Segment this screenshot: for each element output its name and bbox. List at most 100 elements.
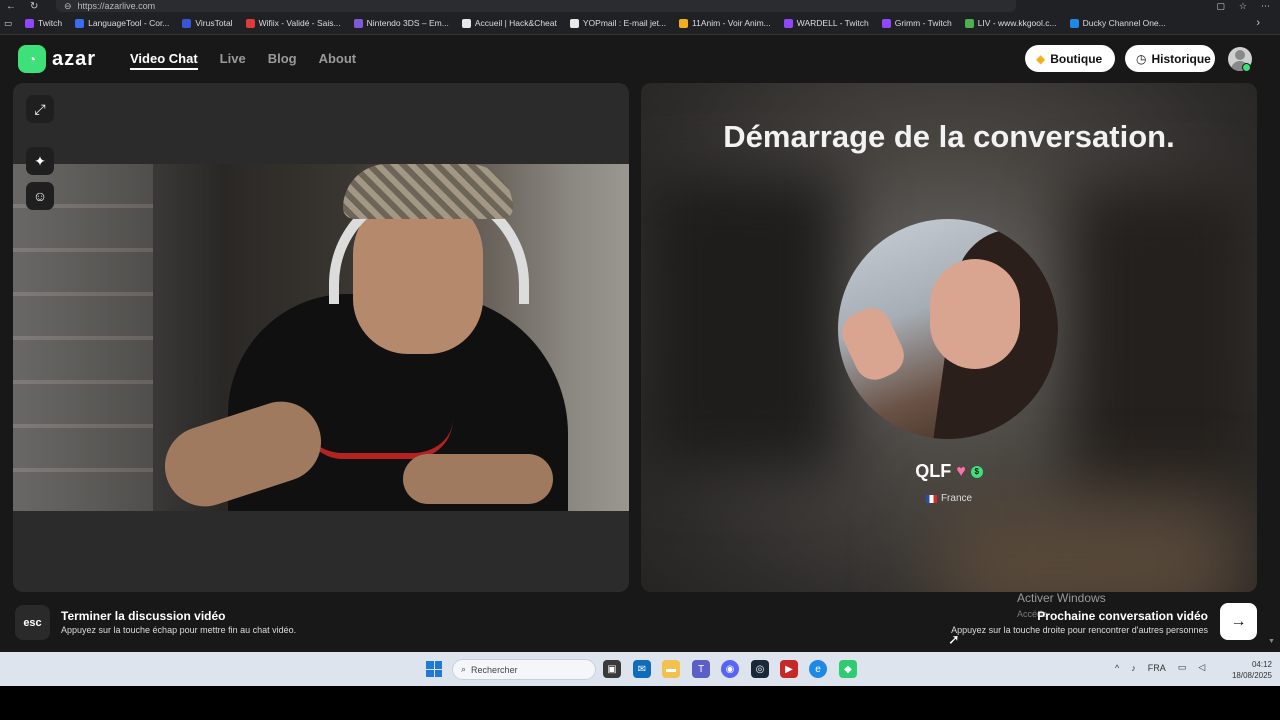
letterbox	[0, 686, 1280, 720]
taskbar-search[interactable]: ⌕ Rechercher	[452, 659, 596, 680]
screen: ← ↻ ⊖ https://azarlive.com ▢ ☆ ⋯ ▭ Twitc…	[0, 0, 1280, 720]
edge-icon[interactable]: e	[809, 660, 827, 678]
photo-face	[930, 259, 1020, 369]
match-name-row: QLF ♥ $	[641, 461, 1257, 482]
start-icon[interactable]	[426, 661, 442, 677]
end-chat-title: Terminer la discussion vidéo	[61, 609, 226, 623]
mouse-cursor-icon: ➚	[948, 631, 960, 647]
nav-link[interactable]: Live	[220, 51, 246, 70]
reload-icon[interactable]: ↻	[30, 1, 38, 12]
face-filter-icon[interactable]: ☺	[26, 182, 54, 210]
star-icon[interactable]: ☆	[1239, 1, 1247, 12]
next-chat-desc: Appuyez sur la touche droite pour rencon…	[951, 625, 1208, 635]
scroll-down-icon[interactable]: ▼	[1268, 638, 1275, 645]
video-app-icon[interactable]: ▶	[780, 660, 798, 678]
heart-icon: ♥	[956, 462, 966, 480]
bookmark-item[interactable]: LanguageTool - Cor...	[75, 18, 169, 28]
sparkle-icon[interactable]: ✦	[26, 147, 54, 175]
bookmark-label: WARDELL - Twitch	[796, 18, 869, 28]
bookmark-favicon-icon	[75, 18, 85, 28]
language-indicator[interactable]: FRA	[1148, 663, 1166, 673]
bookmark-label: Nintendo 3DS – Em...	[366, 18, 449, 28]
bookmark-favicon-icon	[679, 18, 689, 28]
back-icon[interactable]: ←	[6, 1, 16, 12]
file-explorer-icon[interactable]: ▬	[662, 660, 680, 678]
france-flag-icon	[925, 494, 937, 503]
clock-icon: ◷	[1136, 51, 1147, 66]
address-url: https://azarlive.com	[77, 1, 156, 11]
bookmark-label: Ducky Channel One...	[1082, 18, 1166, 28]
match-name: QLF	[915, 461, 952, 481]
person-hand	[403, 454, 553, 504]
historique-button[interactable]: ◷ Historique	[1125, 45, 1215, 72]
next-chat-title: Prochaine conversation vidéo	[1037, 609, 1208, 623]
bookmark-label: LanguageTool - Cor...	[88, 18, 170, 28]
bookmark-favicon-icon	[1069, 18, 1079, 28]
bookmark-favicon-icon	[353, 18, 363, 28]
bookmark-favicon-icon	[881, 18, 891, 28]
discord-icon[interactable]: ◉	[721, 660, 739, 678]
search-icon: ⌕	[461, 664, 467, 674]
bookmark-item[interactable]: Accueil | Hack&Cheat	[461, 18, 557, 28]
app-icon[interactable]: ◆	[839, 660, 857, 678]
historique-label: Historique	[1151, 51, 1211, 66]
bookmark-favicon-icon	[245, 18, 255, 28]
clock-time: 04:12	[1251, 660, 1272, 669]
browser-actions: ▢ ☆ ⋯	[1216, 1, 1280, 12]
bookmark-item[interactable]: Twitch	[25, 18, 62, 28]
gem-icon: ◆	[1036, 51, 1046, 66]
nav-link[interactable]: Video Chat	[130, 51, 198, 70]
split-icon[interactable]: ▢	[1216, 1, 1225, 12]
nav-link[interactable]: Blog	[268, 51, 297, 70]
windows-taskbar: ⌕ Rechercher ▣ ✉ ▬ T ◉ ◎ ▶ e ◆ ^ ♪ FRA ▭…	[0, 652, 1280, 686]
bookmark-label: Accueil | Hack&Cheat	[474, 18, 557, 28]
task-view-icon[interactable]: ▣	[603, 660, 621, 678]
bookmark-item[interactable]: WARDELL - Twitch	[783, 18, 869, 28]
expand-icon[interactable]: ⤢	[26, 95, 54, 123]
activate-windows-title: Activer Windows	[1017, 591, 1106, 605]
bookmark-item[interactable]: LIV - www.kkgool.c...	[964, 18, 1057, 28]
bookmark-favicon-icon	[182, 18, 192, 28]
chevron-up-icon[interactable]: ^	[1115, 663, 1119, 673]
volume-icon[interactable]: ◁	[1198, 662, 1205, 673]
system-tray: ^ ♪ FRA ▭ ◁	[1115, 662, 1205, 673]
browser-toolbar: ← ↻ ⊖ https://azarlive.com ▢ ☆ ⋯	[0, 0, 1280, 12]
bookmark-item[interactable]: Ducky Channel One...	[1069, 18, 1166, 28]
bookmark-label: Twitch	[38, 18, 63, 28]
steam-icon[interactable]: ◎	[751, 660, 769, 678]
self-video-panel: ⤢ ✦ ☺	[13, 83, 629, 592]
end-chat-desc: Appuyez sur la touche échap pour mettre …	[61, 625, 297, 635]
site-info-icon[interactable]: ⊖	[64, 1, 72, 12]
person-cap	[343, 164, 513, 219]
background-shelves	[13, 164, 153, 511]
esc-button[interactable]: esc	[15, 605, 50, 640]
bookmark-item[interactable]: Nintendo 3DS – Em...	[353, 18, 449, 28]
bookmark-item[interactable]: Wifiix - Validé - Sais...	[245, 18, 341, 28]
menu-icon[interactable]: ⋯	[1261, 1, 1270, 12]
mic-icon[interactable]: ♪	[1131, 663, 1136, 673]
blur-shape	[941, 503, 1241, 592]
match-country: France	[940, 493, 973, 504]
tab-actions-icon[interactable]: ▭	[4, 18, 12, 29]
match-video-panel: Démarrage de la conversation. QLF ♥ $ Fr…	[641, 83, 1257, 592]
bookmark-item[interactable]: YOPmail : E-mail jet...	[569, 18, 666, 28]
network-icon[interactable]: ▭	[1178, 662, 1187, 673]
self-camera-feed	[13, 164, 629, 511]
azar-logo[interactable]: ◔ azar	[18, 45, 96, 73]
nav-link[interactable]: About	[319, 51, 357, 70]
clock-date: 18/08/2025	[1231, 671, 1272, 680]
address-bar[interactable]: ⊖ https://azarlive.com	[56, 0, 1016, 12]
next-arrow-button[interactable]: →	[1220, 603, 1257, 640]
bookmark-item[interactable]: 11Anim - Voir Anim...	[679, 18, 771, 28]
bookmark-favicon-icon	[964, 18, 974, 28]
bookmark-item[interactable]: Grimm - Twitch	[881, 18, 952, 28]
bookmarks-bar: ▭ Twitch LanguageTool - Cor... VirusTotal W…	[0, 12, 1280, 35]
outlook-icon[interactable]: ✉	[633, 660, 651, 678]
teams-icon[interactable]: T	[692, 660, 710, 678]
bookmarks-more-icon[interactable]: ›	[1256, 17, 1280, 29]
boutique-button[interactable]: ◆ Boutique	[1025, 45, 1115, 72]
online-dot	[1242, 63, 1251, 72]
bookmark-label: VirusTotal	[195, 18, 233, 28]
bookmark-item[interactable]: VirusTotal	[182, 18, 233, 28]
taskbar-clock[interactable]: 04:12 18/08/2025	[1222, 659, 1272, 681]
